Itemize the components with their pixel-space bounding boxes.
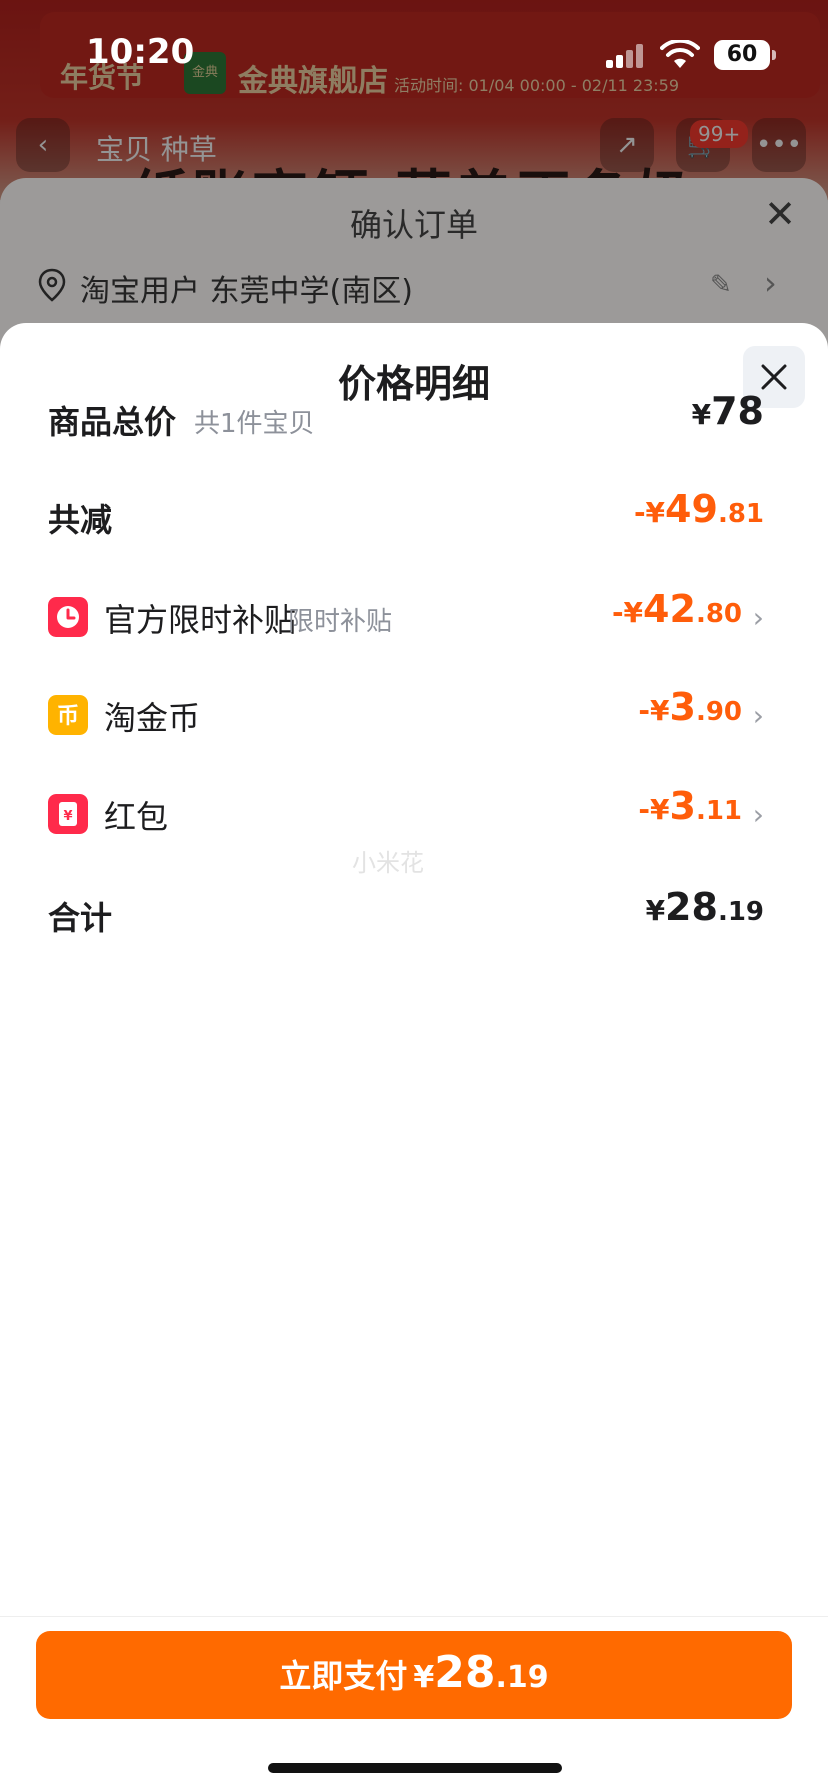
pay-now-button[interactable]: 立即支付 ¥ 28 .19 [36, 1631, 792, 1719]
location-pin-icon [38, 268, 66, 302]
item-count-text: 共1件宝贝 [194, 409, 315, 439]
item-total-label: 商品总价 [48, 403, 177, 441]
watermark: 小米花 [352, 849, 424, 877]
pay-now-label: 立即支付 [279, 1657, 408, 1695]
pay-bar-divider [0, 1616, 828, 1617]
confirm-order-title: 确认订单 [349, 206, 478, 244]
pay-now-currency: ¥ [413, 1660, 435, 1695]
clock-icon [48, 597, 88, 637]
edit-icon[interactable]: ✎ [710, 270, 732, 300]
taojinbi-label: 淘金币 [104, 699, 201, 737]
official-subsidy-label: 官方限时补贴 [104, 601, 297, 639]
red-packet-label: 红包 [104, 798, 169, 836]
wifi-icon [660, 40, 700, 68]
official-subsidy-amount: -¥ 42.80 [611, 587, 742, 631]
taojinbi-amount: -¥ 3.90 [638, 685, 742, 729]
address-text: 淘宝用户 东莞中学(南区) [80, 274, 413, 309]
row-official-subsidy[interactable]: 官方限时补贴 限时补贴 -¥ 42.80 › [48, 587, 764, 647]
row-taojinbi[interactable]: 币 淘金币 -¥ 3.90 › [48, 685, 764, 745]
battery-icon: 60 [714, 40, 776, 70]
red-packet-amount: -¥ 3.11 [638, 784, 742, 828]
official-subsidy-tag: 限时补贴 [288, 607, 393, 637]
chevron-right-icon: › [752, 798, 764, 831]
coin-icon: 币 [48, 695, 88, 735]
chevron-right-icon: › [752, 601, 764, 634]
pay-now-amount-dec: .19 [495, 1660, 549, 1695]
grand-total-amount: ¥28.19 [645, 885, 764, 929]
svg-text:币: 币 [57, 704, 79, 729]
grand-total-label: 合计 [48, 899, 113, 937]
chevron-right-icon: › [764, 264, 777, 302]
svg-text:¥: ¥ [63, 809, 72, 824]
red-packet-icon: ¥ [48, 794, 88, 834]
total-discount-amount: -¥ 49.81 [633, 487, 764, 531]
address-row[interactable]: 淘宝用户 东莞中学(南区) ✎ › [38, 264, 798, 309]
item-total-amount: ¥78 [691, 389, 764, 433]
row-item-total: 商品总价 共1件宝贝 ¥78 [48, 389, 764, 449]
row-total-discount: 共减 -¥ 49.81 [48, 487, 764, 547]
home-indicator[interactable] [268, 1763, 562, 1773]
chevron-right-icon: › [752, 699, 764, 732]
confirm-order-close-icon[interactable]: ✕ [758, 192, 802, 236]
pay-now-amount-int: 28 [434, 1647, 496, 1698]
total-discount-label: 共减 [48, 501, 113, 539]
status-bar: 10:20 60 [0, 0, 828, 108]
row-red-packet[interactable]: ¥ 红包 -¥ 3.11 › [48, 784, 764, 844]
status-time: 10:20 [86, 32, 195, 72]
cellular-signal-icon [606, 44, 646, 68]
row-grand-total: 合计 ¥28.19 [48, 885, 764, 945]
price-detail-sheet: 价格明细 商品总价 共1件宝贝 ¥78 共减 -¥ 49.81 官方限时补贴 限时… [0, 323, 828, 1792]
close-icon [761, 364, 787, 390]
